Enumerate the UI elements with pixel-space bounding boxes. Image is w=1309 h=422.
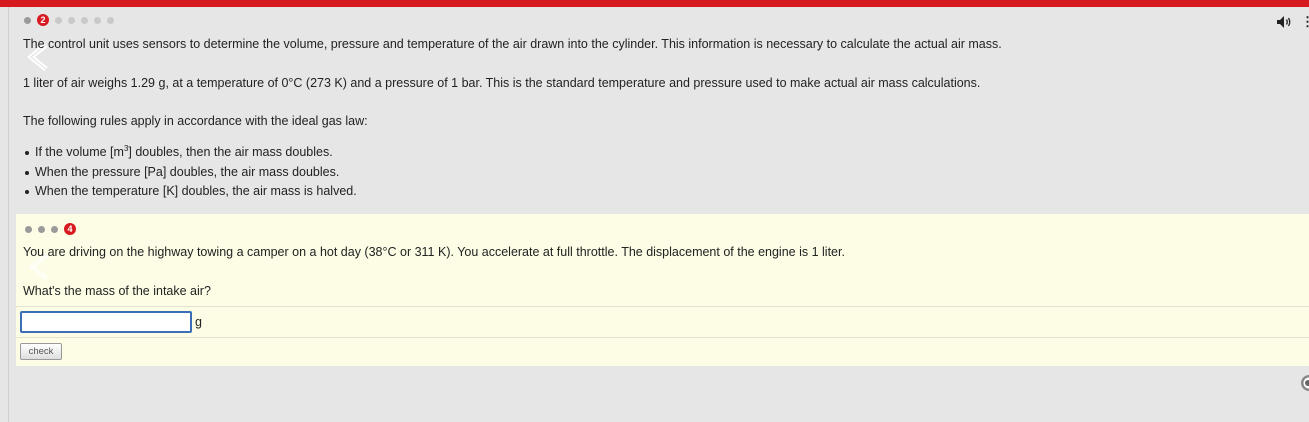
step-dot[interactable]: [107, 16, 114, 24]
divider: [16, 337, 1309, 338]
top-accent-bar: [0, 0, 1309, 7]
answer-input[interactable]: [20, 311, 192, 333]
list-item: When the pressure [Pa] doubles, the air …: [23, 163, 357, 183]
task-scenario: You are driving on the highway towing a …: [23, 245, 845, 259]
list-item: If the volume [m3] doubles, then the air…: [23, 143, 357, 163]
step-dot[interactable]: [68, 16, 75, 24]
step-dot[interactable]: [38, 225, 45, 233]
left-border: [8, 7, 9, 422]
check-button[interactable]: check: [20, 343, 62, 360]
step-dot-active[interactable]: 4: [64, 223, 76, 235]
list-item: When the temperature [K] doubles, the ai…: [23, 182, 357, 202]
step-dot[interactable]: [25, 225, 32, 233]
standard-conditions-paragraph: 1 liter of air weighs 1.29 g, at a tempe…: [23, 76, 981, 90]
step-dot[interactable]: [51, 225, 58, 233]
task-step-indicator: 4: [25, 223, 76, 235]
step-dot[interactable]: [24, 16, 31, 24]
step-indicator: 2: [24, 14, 114, 26]
rules-intro: The following rules apply in accordance …: [23, 114, 368, 128]
unit-label: g: [195, 315, 202, 329]
task-question: What's the mass of the intake air?: [23, 284, 211, 298]
step-dot-active[interactable]: 2: [37, 14, 49, 26]
menu-icon[interactable]: ⋮: [1301, 15, 1309, 29]
divider: [16, 306, 1309, 307]
help-bubble-icon[interactable]: [1297, 374, 1309, 392]
gas-law-rules-list: If the volume [m3] doubles, then the air…: [23, 143, 357, 202]
step-dot[interactable]: [55, 16, 62, 24]
task-panel: 4 You are driving on the highway towing …: [16, 214, 1309, 366]
step-dot[interactable]: [81, 16, 88, 24]
intro-paragraph: The control unit uses sensors to determi…: [23, 37, 1002, 51]
step-dot[interactable]: [94, 16, 101, 24]
speaker-icon[interactable]: [1276, 15, 1294, 29]
